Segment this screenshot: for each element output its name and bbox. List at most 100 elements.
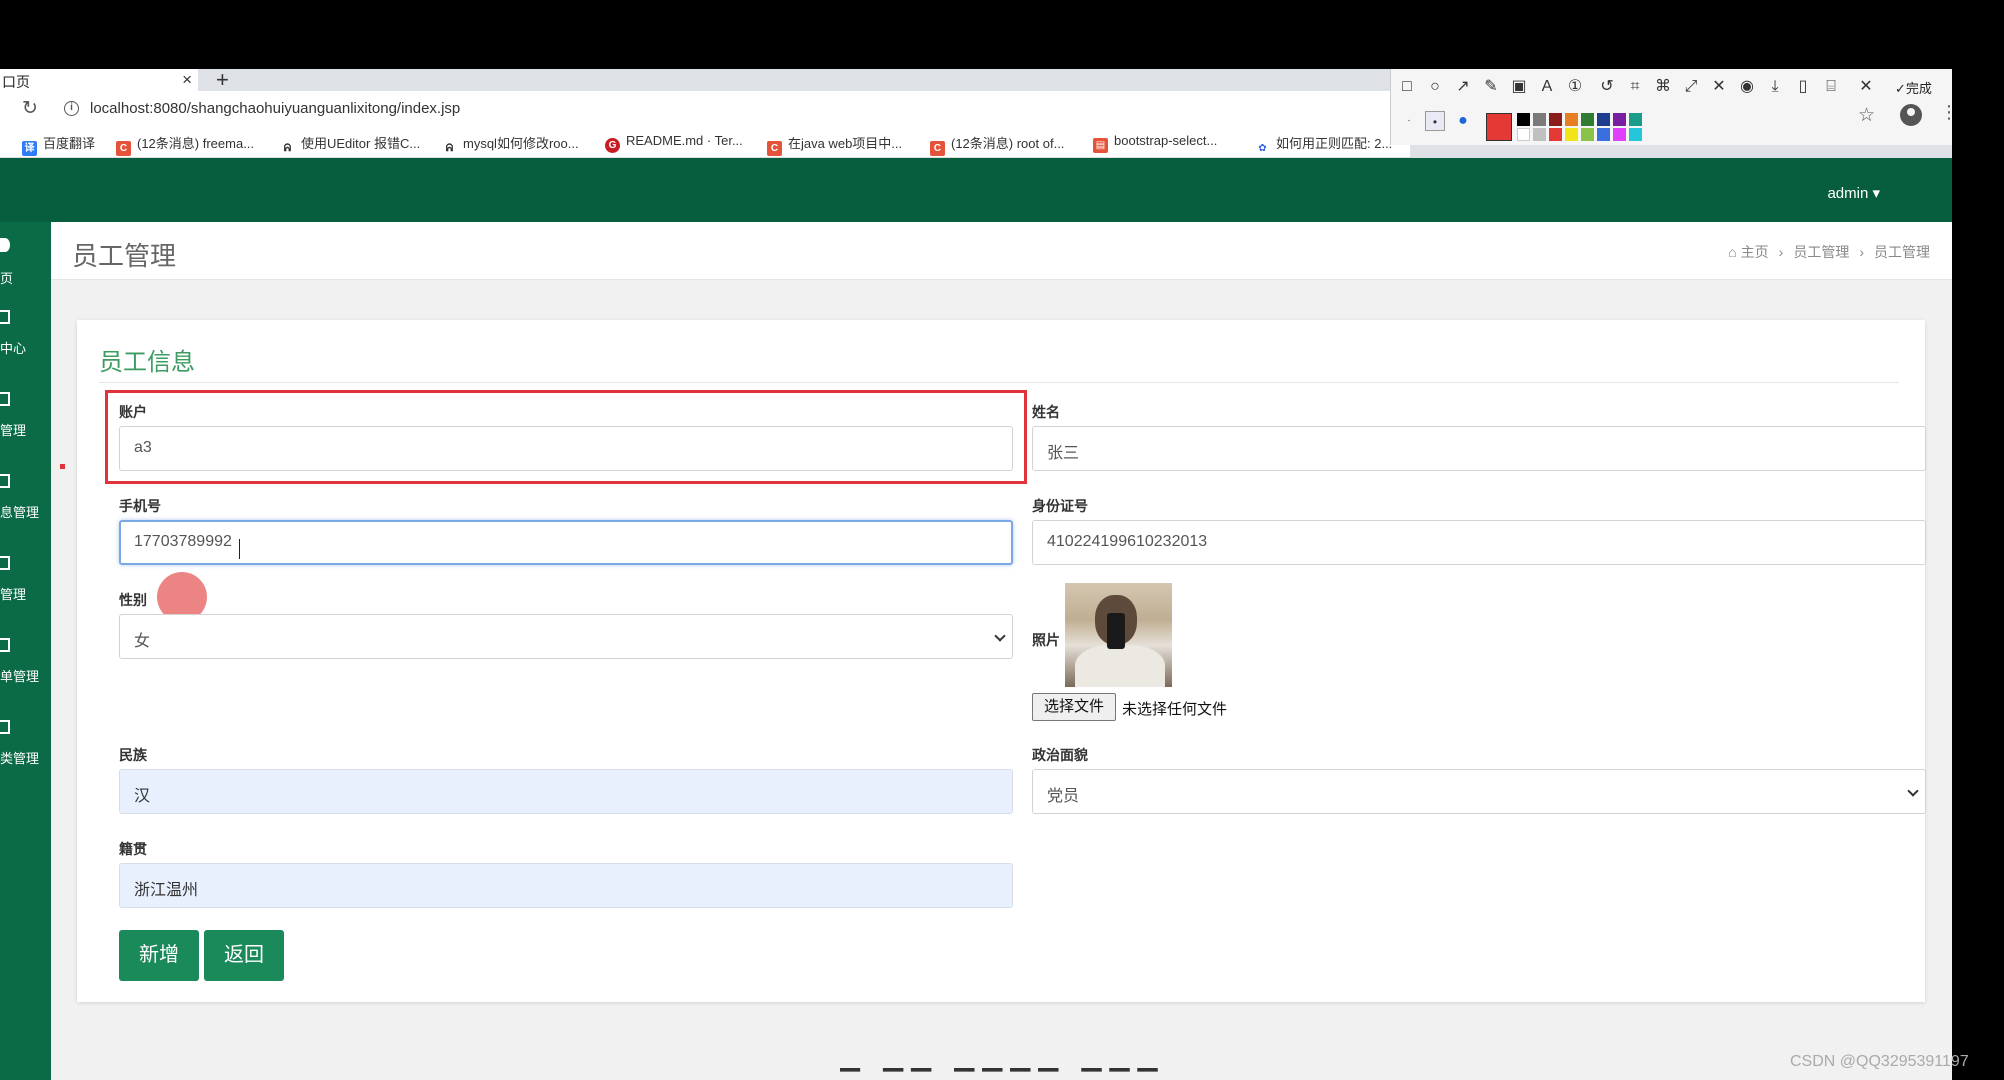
add-button[interactable]: 新增 bbox=[119, 930, 199, 981]
arrow-tool-icon[interactable]: ↗ bbox=[1453, 77, 1473, 97]
bookmark-mysql[interactable]: ᕱ mysql如何修改roo... bbox=[442, 133, 579, 156]
download-icon[interactable]: ⤓ bbox=[1765, 77, 1785, 97]
political-status-select[interactable]: 党员 bbox=[1032, 769, 1926, 814]
native-place-input[interactable]: 浙江温州 bbox=[119, 863, 1013, 908]
bookmark-icon: ᕱ bbox=[283, 143, 292, 154]
undo-icon[interactable]: ↺ bbox=[1597, 77, 1617, 97]
ocr-icon[interactable]: ⌗ bbox=[1625, 77, 1645, 97]
rectangle-tool-icon[interactable]: □ bbox=[1397, 77, 1417, 97]
color-purple[interactable] bbox=[1613, 113, 1626, 126]
check-icon: ✓ bbox=[1895, 81, 1906, 96]
id-number-input[interactable]: 410224199610232013 bbox=[1032, 520, 1926, 565]
mosaic-tool-icon[interactable]: ▣ bbox=[1509, 77, 1529, 97]
bookmark-readme[interactable]: G README.md · Ter... bbox=[605, 133, 743, 153]
phone-input[interactable]: 17703789992 bbox=[119, 520, 1013, 565]
sidebar-item-order-management[interactable]: 单管理 bbox=[0, 632, 51, 702]
file-status-text: 未选择任何文件 bbox=[1122, 701, 1228, 718]
bookmark-label: mysql如何修改roo... bbox=[463, 136, 579, 151]
name-input[interactable]: 张三 bbox=[1032, 426, 1926, 471]
phone-value: 17703789992 bbox=[134, 533, 232, 550]
palette-icon bbox=[0, 238, 10, 252]
color-green[interactable] bbox=[1581, 113, 1594, 126]
color-magenta[interactable] bbox=[1613, 128, 1626, 141]
pen-tool-icon[interactable]: ✎ bbox=[1481, 77, 1501, 97]
sidebar-item-management-1[interactable]: 管理 bbox=[0, 386, 51, 456]
large-size-icon[interactable]: ● bbox=[1453, 111, 1473, 131]
bookmark-regex[interactable]: ✿ 如何用正则匹配: 2... bbox=[1255, 133, 1392, 156]
ellipse-tool-icon[interactable]: ○ bbox=[1425, 77, 1445, 97]
breadcrumb-parent[interactable]: 员工管理 bbox=[1793, 244, 1849, 260]
gender-select[interactable]: 女 bbox=[119, 614, 1013, 659]
color-white[interactable] bbox=[1517, 128, 1530, 141]
breadcrumb-home[interactable]: 主页 bbox=[1741, 244, 1769, 260]
sidebar-item-management-2[interactable]: 管理 bbox=[0, 550, 51, 620]
home-icon: ⌂ bbox=[1728, 244, 1741, 260]
browser-tab[interactable]: 口页 × bbox=[0, 69, 198, 91]
native-place-value: 浙江温州 bbox=[134, 882, 199, 899]
bookmark-baidu-translate[interactable]: 译百度翻译 bbox=[22, 133, 95, 156]
account-input[interactable]: a3 bbox=[119, 426, 1013, 471]
bookmark-tool-icon[interactable]: ⌸ bbox=[1821, 77, 1841, 97]
profile-icon[interactable] bbox=[1900, 104, 1922, 126]
color-blue[interactable] bbox=[1597, 128, 1610, 141]
pin-icon[interactable]: ✕ bbox=[1709, 77, 1729, 97]
admin-user-menu[interactable]: admin ▾ bbox=[1827, 184, 1880, 202]
photo-label: 照片 bbox=[1032, 632, 1060, 648]
color-yellow[interactable] bbox=[1565, 128, 1578, 141]
sidebar-item-center[interactable]: 中心 bbox=[0, 304, 51, 374]
save-icon[interactable]: ▯ bbox=[1793, 77, 1813, 97]
color-teal[interactable] bbox=[1629, 113, 1642, 126]
color-gray[interactable] bbox=[1533, 113, 1546, 126]
employee-form-card: 员工信息 账户 a3 姓名 张三 手机号 17703789992 身份证号 41… bbox=[60, 320, 1926, 1002]
color-navy[interactable] bbox=[1597, 113, 1610, 126]
done-button[interactable]: ✓完成 bbox=[1895, 78, 1932, 97]
bookmark-java-web[interactable]: C 在java web项目中... bbox=[767, 133, 902, 156]
native-place-label: 籍贯 bbox=[119, 841, 147, 857]
tab-close-icon[interactable]: × bbox=[182, 70, 192, 90]
color-black[interactable] bbox=[1517, 113, 1530, 126]
bookmark-csdn-freemarker[interactable]: C (12条消息) freema... bbox=[116, 133, 254, 156]
breadcrumb-current: 员工管理 bbox=[1874, 244, 1930, 260]
site-info-icon[interactable]: i bbox=[64, 101, 79, 116]
address-bar[interactable]: ↻ i localhost:8080/shangchaohuiyuanguanl… bbox=[0, 91, 1390, 125]
name-label: 姓名 bbox=[1032, 404, 1060, 420]
bookmark-root-of[interactable]: C (12条消息) root of... bbox=[930, 133, 1064, 156]
color-cyan[interactable] bbox=[1629, 128, 1642, 141]
more-menu-icon[interactable]: ⋮ bbox=[1940, 102, 1958, 123]
record-icon[interactable]: ◉ bbox=[1737, 77, 1757, 97]
ethnicity-input[interactable]: 汉 bbox=[119, 769, 1013, 814]
bookmark-ueditor[interactable]: ᕱ 使用UEditor 报错C... bbox=[280, 133, 420, 156]
color-silver[interactable] bbox=[1533, 128, 1546, 141]
color-lime[interactable] bbox=[1581, 128, 1594, 141]
sidebar-item-home[interactable]: 页 bbox=[0, 222, 51, 292]
translate-icon[interactable]: ⌘ bbox=[1653, 77, 1673, 97]
main-content: 员工管理 ⌂ 主页 › 员工管理 › 员工管理 员工信息 账户 a3 姓名 张三 手机号… bbox=[51, 222, 1952, 1080]
choose-file-button[interactable]: 选择文件 bbox=[1032, 693, 1116, 721]
star-icon[interactable]: ☆ bbox=[1858, 104, 1875, 127]
text-tool-icon[interactable]: A bbox=[1537, 77, 1557, 97]
employee-photo bbox=[1065, 583, 1172, 687]
current-color-swatch[interactable] bbox=[1486, 113, 1512, 141]
url-text[interactable]: localhost:8080/shangchaohuiyuanguanlixit… bbox=[90, 100, 460, 117]
breadcrumb-separator: › bbox=[1778, 244, 1784, 260]
number-tool-icon[interactable]: ① bbox=[1565, 77, 1585, 97]
color-red[interactable] bbox=[1549, 128, 1562, 141]
small-size-icon[interactable]: · bbox=[1399, 111, 1419, 131]
color-darkred[interactable] bbox=[1549, 113, 1562, 126]
medium-size-icon[interactable]: • bbox=[1425, 111, 1445, 131]
cut-off-text-fragment: ▔ ▔▔ ▔▔▔▔ ▔▔▔ ▔▔ bbox=[840, 1068, 1200, 1080]
color-orange[interactable] bbox=[1565, 113, 1578, 126]
new-tab-icon[interactable]: + bbox=[216, 67, 229, 93]
sidebar-item-category-management[interactable]: 类管理 bbox=[0, 714, 51, 784]
cancel-icon[interactable]: ✕ bbox=[1856, 77, 1876, 97]
bookmark-bootstrap-select[interactable]: ▤ bootstrap-select... bbox=[1093, 133, 1217, 153]
account-value: a3 bbox=[134, 439, 152, 456]
back-button[interactable]: 返回 bbox=[204, 930, 284, 981]
bookmark-label: 如何用正则匹配: 2... bbox=[1276, 136, 1393, 151]
scroll-capture-icon[interactable]: ⤢ bbox=[1681, 77, 1701, 97]
sidebar-item-info-management[interactable]: 息管理 bbox=[0, 468, 51, 538]
political-status-label: 政治面貌 bbox=[1032, 747, 1088, 763]
reload-icon[interactable]: ↻ bbox=[22, 97, 38, 120]
breadcrumb: ⌂ 主页 › 员工管理 › 员工管理 bbox=[1728, 242, 1930, 262]
ethnicity-label: 民族 bbox=[119, 747, 147, 763]
